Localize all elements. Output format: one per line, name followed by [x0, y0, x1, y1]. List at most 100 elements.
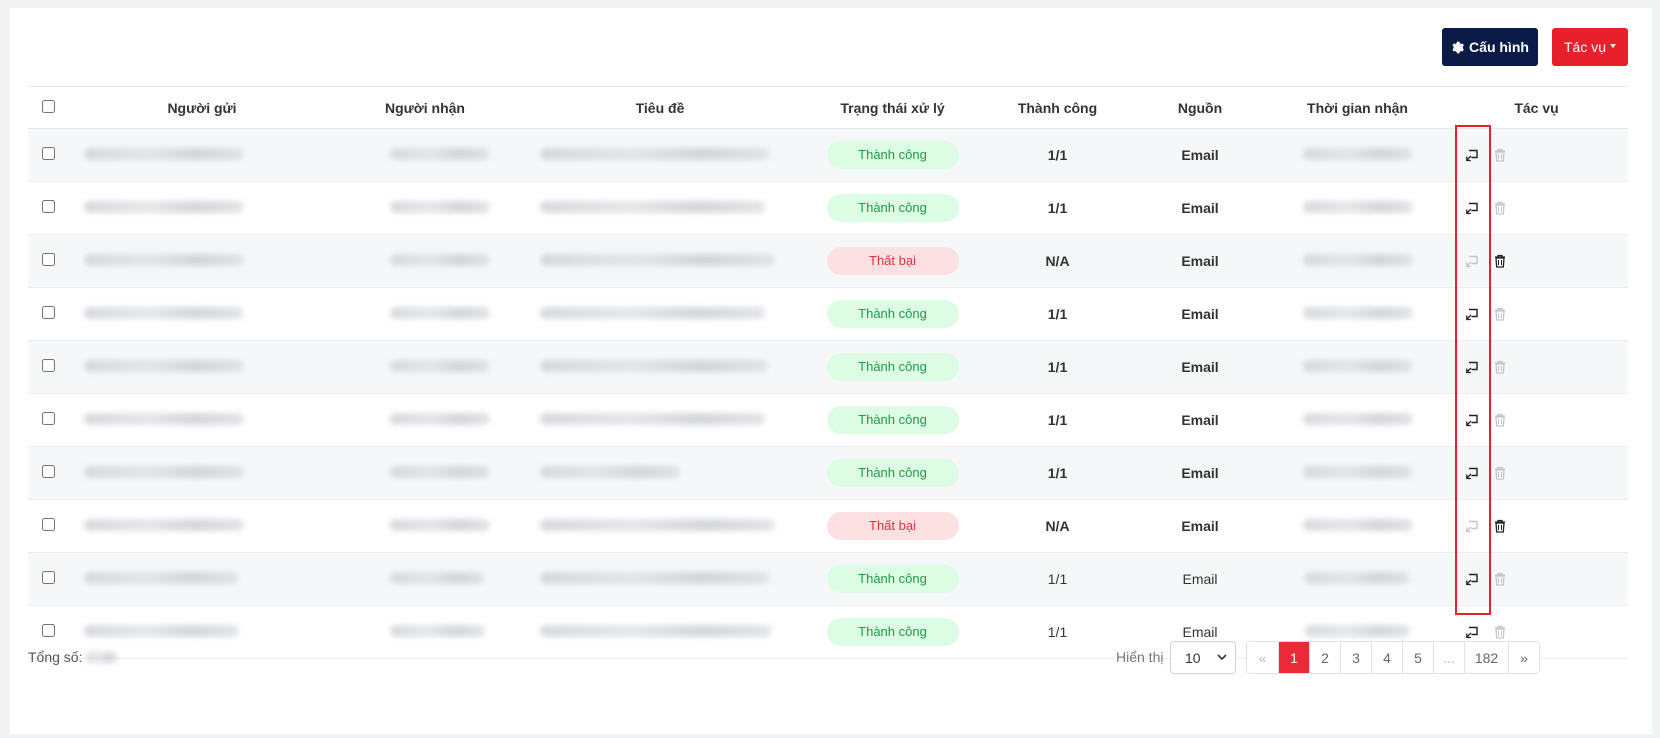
row-select-cell: [28, 500, 74, 553]
col-status[interactable]: Trạng thái xử lý: [800, 87, 985, 129]
row-checkbox[interactable]: [42, 253, 55, 266]
table-row[interactable]: Thành công 1/1 Email: [28, 552, 1628, 606]
reply-icon[interactable]: [1464, 147, 1480, 163]
col-success[interactable]: Thành công: [985, 87, 1130, 129]
trash-icon[interactable]: [1492, 253, 1508, 269]
select-all-checkbox[interactable]: [42, 99, 55, 113]
page-182[interactable]: 182: [1464, 642, 1508, 673]
status-badge: Thành công: [826, 565, 959, 593]
received-time-cell: [1270, 235, 1445, 288]
table-row[interactable]: Thành công 1/1 Email: [28, 182, 1628, 235]
table-row[interactable]: Thành công 1/1 Email: [28, 340, 1628, 394]
page-2[interactable]: 2: [1309, 642, 1340, 673]
table-row[interactable]: Thành công 1/1 Email: [28, 394, 1628, 447]
row-checkbox[interactable]: [42, 624, 55, 637]
success-count: 1/1: [1047, 306, 1068, 322]
col-recipient[interactable]: Người nhận: [330, 87, 520, 129]
toolbar: Cấu hình Tác vụ: [10, 8, 1652, 88]
row-checkbox[interactable]: [42, 200, 55, 213]
reply-icon[interactable]: [1464, 200, 1480, 216]
recipient-cell: [330, 235, 520, 288]
col-subject[interactable]: Tiêu đề: [520, 87, 800, 129]
page-4[interactable]: 4: [1371, 642, 1402, 673]
source-value: Email: [1182, 571, 1218, 587]
reply-icon[interactable]: [1464, 624, 1480, 640]
col-received-time[interactable]: Thời gian nhận: [1270, 87, 1445, 129]
sender-cell: [74, 235, 330, 288]
reply-icon[interactable]: [1464, 412, 1480, 428]
sender-cell: [74, 129, 330, 182]
source-cell: Email: [1130, 447, 1270, 500]
page-prev[interactable]: «: [1247, 642, 1278, 673]
success-count: 1/1: [1047, 200, 1068, 216]
reply-icon: [1464, 518, 1480, 534]
success-cell: N/A: [985, 235, 1130, 288]
table-row[interactable]: Thành công 1/1 Email: [28, 128, 1628, 182]
trash-icon: [1492, 571, 1508, 587]
row-checkbox[interactable]: [42, 571, 55, 584]
recipient-cell: [330, 500, 520, 553]
total-count: Tổng số:: [28, 649, 119, 665]
col-sender[interactable]: Người gửi: [74, 87, 330, 129]
source-value: Email: [1181, 306, 1219, 322]
config-button[interactable]: Cấu hình: [1442, 28, 1538, 66]
received-time-redacted: [1302, 201, 1413, 213]
received-time-cell: [1270, 341, 1445, 394]
reply-icon: [1464, 253, 1480, 269]
subject-redacted: [540, 201, 765, 213]
row-checkbox[interactable]: [42, 465, 55, 478]
success-cell: 1/1: [985, 447, 1130, 500]
recipient-redacted: [390, 360, 490, 372]
success-cell: 1/1: [985, 606, 1130, 659]
email-table: Người gửi Người nhận Tiêu đề Trạng thái …: [28, 86, 1628, 659]
subject-redacted: [540, 254, 775, 266]
row-checkbox[interactable]: [42, 147, 55, 160]
row-checkbox[interactable]: [42, 412, 55, 425]
trash-icon[interactable]: [1492, 518, 1508, 534]
trash-icon: [1492, 359, 1508, 375]
recipient-cell: [330, 288, 520, 341]
page-3[interactable]: 3: [1340, 642, 1371, 673]
recipient-redacted: [390, 519, 490, 531]
source-value: Email: [1181, 200, 1219, 216]
reply-icon[interactable]: [1464, 571, 1480, 587]
sender-redacted: [84, 413, 244, 425]
gear-icon: [1451, 41, 1464, 54]
page-next[interactable]: »: [1508, 642, 1539, 673]
table-row[interactable]: Thành công 1/1 Email: [28, 288, 1628, 341]
actions-label: Tác vụ: [1563, 39, 1606, 55]
recipient-redacted: [390, 307, 490, 319]
status-badge: Thành công: [826, 353, 959, 381]
chevron-down-icon: [1217, 654, 1227, 661]
page-size-select[interactable]: 10: [1170, 641, 1236, 674]
subject-cell: [520, 553, 800, 606]
row-checkbox[interactable]: [42, 359, 55, 372]
received-time-cell: [1270, 500, 1445, 553]
reply-icon[interactable]: [1464, 465, 1480, 481]
total-label: Tổng số:: [28, 649, 83, 665]
row-select-cell: [28, 341, 74, 394]
page-5[interactable]: 5: [1402, 642, 1433, 673]
subject-redacted: [540, 625, 772, 637]
reply-icon[interactable]: [1464, 359, 1480, 375]
row-checkbox[interactable]: [42, 518, 55, 531]
status-badge: Thành công: [826, 459, 959, 487]
table-row[interactable]: Thành công 1/1 Email: [28, 446, 1628, 500]
sender-cell: [74, 553, 330, 606]
subject-redacted: [540, 360, 768, 372]
table-row[interactable]: Thất bại N/A Email: [28, 500, 1628, 553]
success-count: 1/1: [1047, 624, 1068, 640]
table-row[interactable]: Thất bại N/A Email: [28, 234, 1628, 288]
row-checkbox[interactable]: [42, 306, 55, 319]
received-time-cell: [1270, 447, 1445, 500]
trash-icon: [1492, 147, 1508, 163]
page-1[interactable]: 1: [1278, 642, 1309, 673]
actions-cell: [1445, 394, 1628, 447]
source-cell: Email: [1130, 553, 1270, 606]
col-source[interactable]: Nguồn: [1130, 87, 1270, 129]
config-label: Cấu hình: [1469, 39, 1529, 55]
actions-dropdown-button[interactable]: Tác vụ: [1552, 28, 1628, 66]
sender-redacted: [84, 466, 244, 478]
received-time-cell: [1270, 553, 1445, 606]
reply-icon[interactable]: [1464, 306, 1480, 322]
